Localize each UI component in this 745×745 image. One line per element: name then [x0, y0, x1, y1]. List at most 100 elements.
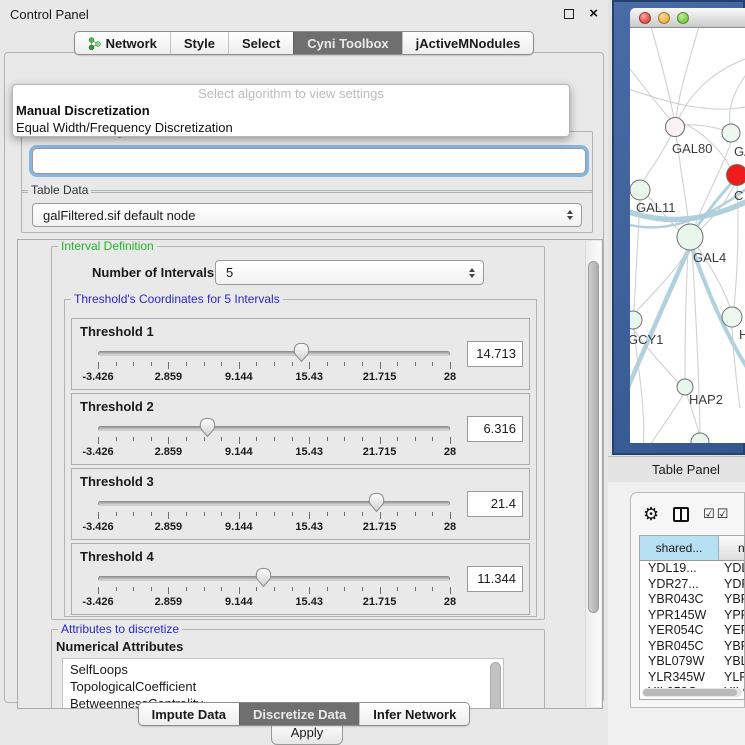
tick-mark [274, 437, 275, 441]
float-window-icon[interactable] [564, 9, 574, 19]
table-data-combobox[interactable]: galFiltered.sif default node [32, 203, 582, 227]
network-graph[interactable]: GAL80GACGAL11GAL4GCY1HHAP2 [630, 28, 745, 443]
tab-infer-network[interactable]: Infer Network [359, 703, 469, 725]
tab-cyni-toolbox[interactable]: Cyni Toolbox [293, 32, 401, 54]
tab-style[interactable]: Style [170, 32, 228, 54]
tab-label: Style [184, 36, 215, 51]
network-canvas[interactable]: GAL80GACGAL11GAL4GCY1HHAP2 [630, 28, 745, 443]
slider-track[interactable] [98, 426, 450, 431]
table-row[interactable]: YBL079WYBL079W [640, 654, 744, 670]
table-row[interactable]: YBR045CYBR045C [640, 639, 744, 655]
network-node-gal11[interactable] [630, 180, 650, 200]
network-node-h[interactable] [722, 307, 742, 327]
tick-mark [98, 362, 99, 369]
cell-name: YBR045C [719, 639, 744, 655]
table-panel-titlebar: Table Panel [608, 456, 745, 482]
threshold-value-field[interactable]: 14.713 [467, 341, 523, 367]
vertical-scrollbar[interactable] [585, 241, 601, 707]
network-edge [675, 58, 745, 127]
cell-shared-name: YDR27... [640, 577, 719, 593]
network-node-gal4[interactable] [677, 224, 703, 250]
mac-zoom-button[interactable] [677, 12, 689, 24]
tick-mark [362, 437, 363, 441]
network-edge [650, 28, 674, 118]
tick-mark [133, 512, 134, 516]
network-window-titlebar[interactable] [630, 8, 745, 28]
threshold-value-field[interactable]: 6.316 [467, 416, 523, 442]
tick-mark [380, 437, 381, 444]
checkbox-icons[interactable]: ☑☑ [703, 506, 730, 522]
tick-mark [239, 437, 240, 444]
network-node-gal80[interactable] [666, 118, 685, 137]
table-body: YDL19...YDL19...YDR27...YDR27...YBR043CY… [640, 561, 744, 691]
horizontal-scrollbar[interactable] [642, 688, 742, 697]
close-icon[interactable]: × [589, 9, 598, 19]
network-edge [730, 72, 745, 124]
cell-shared-name: YER054C [640, 623, 719, 639]
horizontal-scrollbar-thumb[interactable] [643, 689, 737, 696]
tick-label: 2.859 [155, 371, 183, 383]
table-row[interactable]: YDL19...YDL19... [640, 561, 744, 577]
slider-track[interactable] [98, 501, 450, 506]
table-row[interactable]: YER054CYER054C [640, 623, 744, 639]
table-row[interactable]: YPR145WYPR145W [640, 608, 744, 624]
algorithm-option[interactable]: Manual Discretization [13, 102, 569, 119]
tick-mark [239, 362, 240, 369]
tick-label: 21.715 [363, 521, 397, 533]
gear-icon[interactable]: ⚙ [643, 505, 659, 523]
tick-mark [380, 362, 381, 369]
tick-mark [432, 362, 433, 366]
tick-label: -3.426 [82, 371, 113, 383]
tick-mark [380, 512, 381, 519]
column-header-shared-name[interactable]: shared... [640, 536, 719, 560]
network-node-node-bottom[interactable] [691, 433, 709, 443]
slider-track[interactable] [98, 351, 450, 356]
vertical-scrollbar-thumb[interactable] [588, 261, 599, 613]
algorithm-combobox[interactable] [32, 148, 586, 174]
tab-network[interactable]: Network [75, 32, 170, 54]
slider-track[interactable] [98, 576, 450, 581]
node-attribute-table[interactable]: shared... na YDL19...YDL19...YDR27...YDR… [639, 535, 745, 700]
slider-thumb[interactable] [255, 567, 272, 588]
table-data-title: Table Data [28, 183, 91, 197]
attribute-list-item[interactable]: TopologicalCoefficient [63, 678, 503, 695]
threshold-slider[interactable]: -3.4262.8599.14415.4321.71528 [98, 570, 450, 610]
threshold-slider[interactable]: -3.4262.8599.14415.4321.71528 [98, 345, 450, 385]
cell-shared-name: YLR345W [640, 670, 719, 686]
table-row[interactable]: YDR27...YDR27... [640, 577, 744, 593]
tick-mark [415, 587, 416, 591]
tick-mark [133, 362, 134, 366]
tick-mark [151, 362, 152, 366]
network-node-node-top-right[interactable] [722, 124, 740, 142]
tab-select[interactable]: Select [228, 32, 293, 54]
threshold-slider[interactable]: -3.4262.8599.14415.4321.71528 [98, 420, 450, 460]
number-of-intervals-combobox[interactable]: 5 [215, 260, 484, 285]
column-split-icon[interactable] [673, 507, 689, 522]
threshold-value-field[interactable]: 11.344 [467, 566, 523, 592]
tick-mark [221, 512, 222, 516]
tick-mark [292, 437, 293, 441]
tab-impute-data[interactable]: Impute Data [139, 703, 239, 725]
threshold-value-field[interactable]: 21.4 [467, 491, 523, 517]
column-header-name[interactable]: na [719, 536, 744, 560]
network-node-gcy1[interactable] [630, 311, 642, 329]
tick-mark [432, 512, 433, 516]
threshold-slider[interactable]: -3.4262.8599.14415.4321.71528 [98, 495, 450, 535]
network-node-node-red[interactable] [727, 165, 745, 186]
tab-discretize-data[interactable]: Discretize Data [239, 703, 359, 725]
algorithm-option[interactable]: Equal Width/Frequency Discretization [13, 119, 569, 136]
table-row[interactable]: YBR043CYBR043C [640, 592, 744, 608]
slider-thumb[interactable] [293, 342, 310, 363]
node-label: C [734, 188, 743, 203]
slider-thumb[interactable] [199, 417, 216, 438]
mac-minimize-button[interactable] [658, 12, 670, 24]
slider-thumb[interactable] [368, 492, 385, 513]
network-edge [642, 393, 684, 443]
tab-jactivemnodules[interactable]: jActiveMNodules [402, 32, 534, 54]
table-row[interactable]: YLR345WYLR345W [640, 670, 744, 686]
table-panel: ⚙ ☑☑ shared... na YDL19...YDL19...YDR27.… [630, 492, 745, 708]
mac-close-button[interactable] [639, 12, 651, 24]
attribute-list-item[interactable]: SelfLoops [63, 661, 503, 678]
tab-label: Impute Data [152, 707, 226, 722]
threshold-panel: Threshold 4-3.4262.8599.14415.4321.71528… [71, 543, 530, 615]
